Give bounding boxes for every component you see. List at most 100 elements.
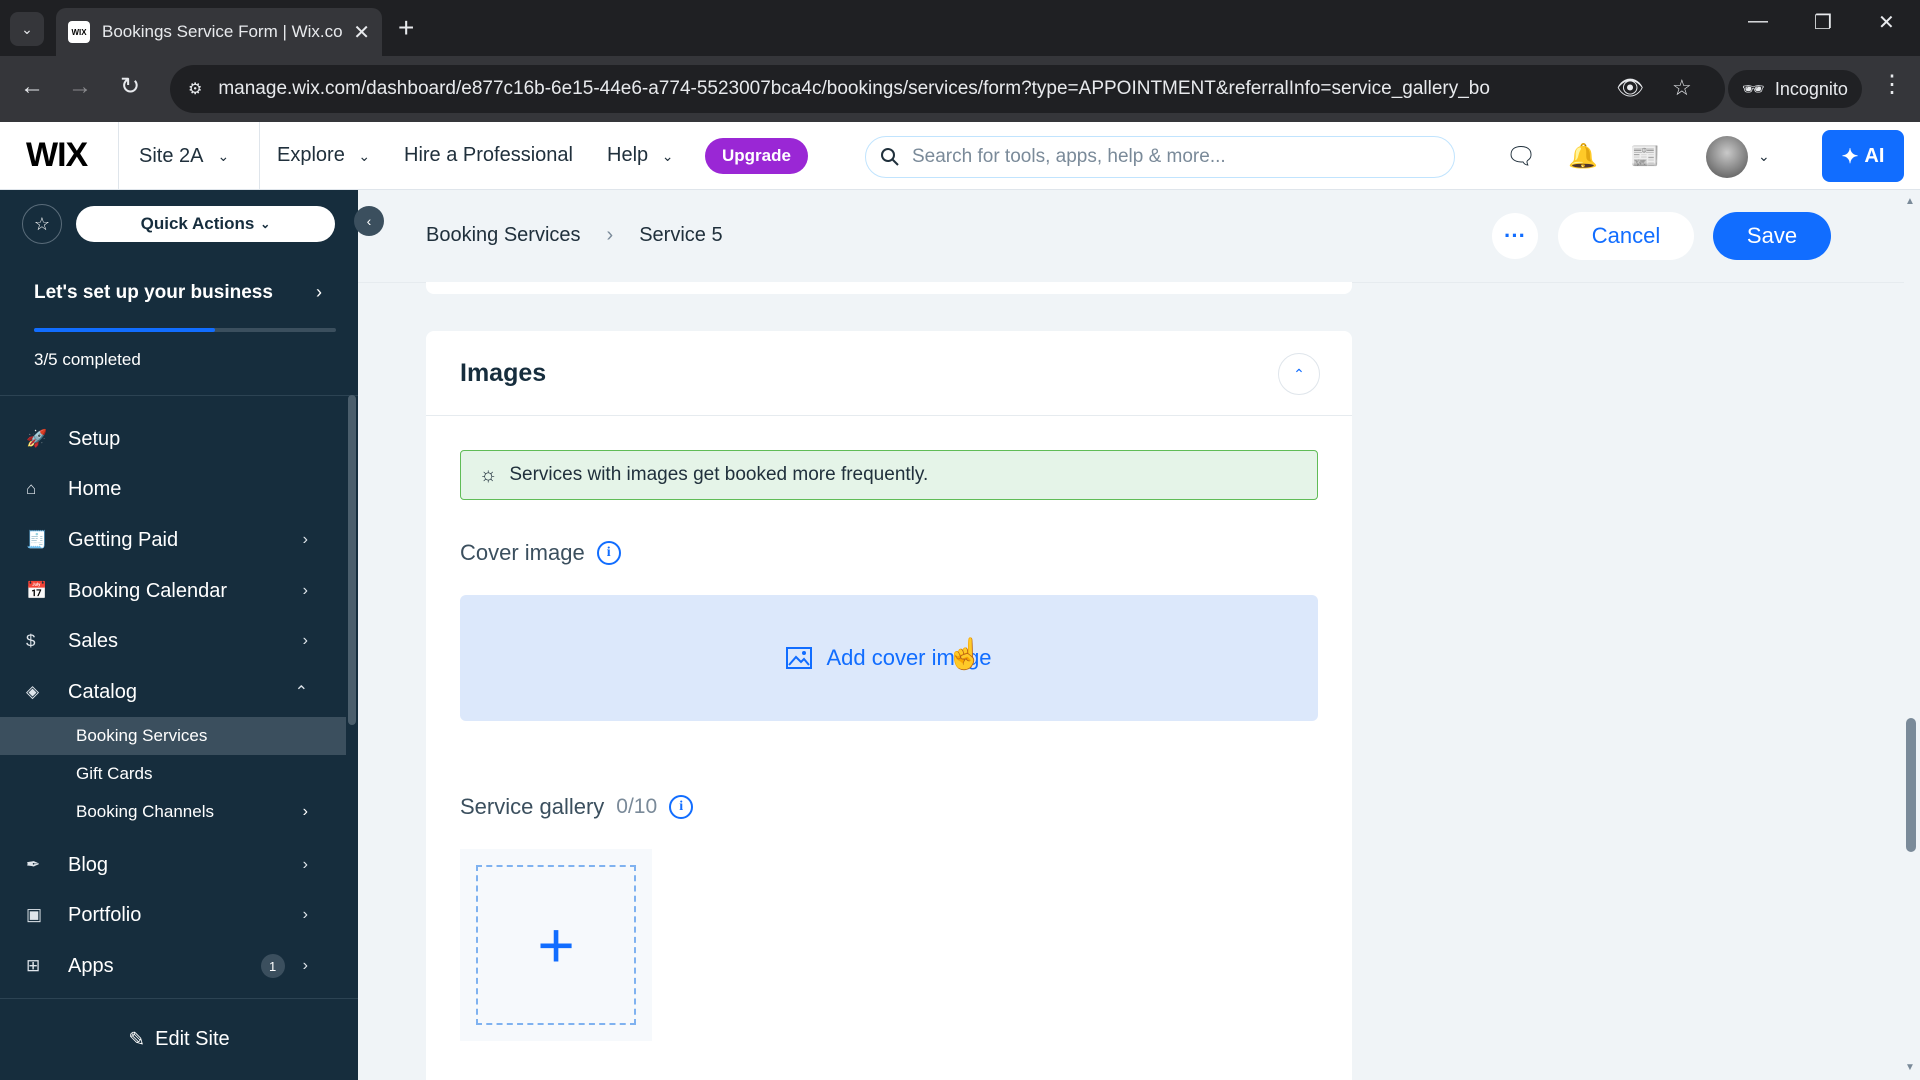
cancel-button[interactable]: Cancel xyxy=(1558,212,1694,260)
info-icon[interactable]: i xyxy=(596,541,621,565)
site-selector[interactable]: Site 2A ⌄ xyxy=(118,122,260,190)
chevron-right-icon: › xyxy=(302,582,308,599)
browser-menu-icon[interactable]: ⋮ xyxy=(1880,70,1904,99)
dollar-icon: $ xyxy=(26,631,36,650)
hire-professional-link[interactable]: Hire a Professional xyxy=(404,144,573,167)
site-info-icon[interactable]: ⚙ xyxy=(188,79,202,99)
chevron-down-icon: ⌄ xyxy=(358,148,371,164)
catalog-icon: ◈ xyxy=(26,682,40,701)
reload-icon[interactable]: ↻ xyxy=(120,74,140,100)
back-icon[interactable]: ← xyxy=(20,74,44,100)
chevron-down-icon: ⌄ xyxy=(661,148,674,164)
sidebar-subitem-label: Booking Channels xyxy=(76,802,214,821)
card-divider xyxy=(426,415,1352,416)
sidebar-scrollbar[interactable] xyxy=(348,395,356,725)
chevron-right-icon: › xyxy=(302,632,308,649)
calendar-icon: 📅 xyxy=(26,581,48,600)
service-gallery-label-text: Service gallery xyxy=(460,794,605,819)
favorites-star-icon[interactable]: ☆ xyxy=(22,204,62,244)
sidebar: ☆ Quick Actions ⌄ Let's set up your busi… xyxy=(0,190,358,1080)
wix-logo[interactable]: WIX xyxy=(26,136,88,175)
search-field[interactable] xyxy=(865,136,1455,178)
gallery-count: 0/10 xyxy=(616,795,658,818)
sidebar-divider xyxy=(0,395,358,396)
sidebar-item-apps[interactable]: ⊞ Apps 1 › xyxy=(0,941,346,991)
sidebar-item-getting-paid[interactable]: 🧾 Getting Paid › xyxy=(0,515,346,565)
browser-tab[interactable]: WIX Bookings Service Form | Wix.co ✕ xyxy=(56,8,382,56)
restore-icon[interactable]: ❐ xyxy=(1814,10,1832,35)
tip-text: Services with images get booked more fre… xyxy=(509,464,929,485)
page-scrollbar-thumb[interactable] xyxy=(1906,718,1916,852)
collapse-chevron-up-icon[interactable]: ⌃ xyxy=(1278,353,1320,395)
messages-icon[interactable]: 🗨 xyxy=(1506,142,1536,171)
tracking-protection-icon[interactable]: 👁 xyxy=(1616,75,1644,101)
sidebar-item-catalog[interactable]: ◈ Catalog ⌃ xyxy=(0,667,346,717)
sidebar-item-label: Setup xyxy=(68,427,121,450)
sidebar-item-blog[interactable]: ✒ Blog › xyxy=(0,840,346,890)
setup-count: 3/5 completed xyxy=(34,350,141,369)
sidebar-item-booking-calendar[interactable]: 📅 Booking Calendar › xyxy=(0,566,346,616)
portfolio-icon: ▣ xyxy=(26,905,43,924)
cover-image-label: Cover image i xyxy=(460,540,621,566)
previous-card-bottom xyxy=(426,282,1352,294)
quick-actions-label: Quick Actions xyxy=(140,214,255,233)
url-text: manage.wix.com/dashboard/e877c16b-6e15-4… xyxy=(218,78,1490,99)
browser-address-bar: ← → ↻ ⚙ manage.wix.com/dashboard/e877c16… xyxy=(0,56,1920,122)
lightbulb-icon: ☼ xyxy=(479,463,498,486)
explore-label: Explore xyxy=(277,144,345,166)
page-scrollbar-track[interactable] xyxy=(1904,190,1920,1080)
apps-grid-icon: ⊞ xyxy=(26,956,41,975)
breadcrumb-booking-services[interactable]: Booking Services xyxy=(426,224,581,247)
sidebar-item-home[interactable]: ⌂ Home xyxy=(0,464,346,514)
collapse-sidebar-icon[interactable]: ‹ xyxy=(354,206,384,236)
forward-icon[interactable]: → xyxy=(68,74,92,100)
incognito-indicator[interactable]: 🕶 Incognito xyxy=(1728,70,1862,108)
sidebar-subitem-gift-cards[interactable]: Gift Cards xyxy=(0,755,346,793)
minimize-icon[interactable]: — xyxy=(1748,10,1768,33)
plus-icon: + xyxy=(537,909,575,981)
rocket-icon: 🚀 xyxy=(26,429,48,448)
avatar[interactable] xyxy=(1706,136,1748,178)
ai-assistant-button[interactable]: ✦ AI xyxy=(1822,130,1904,182)
chevron-right-icon[interactable]: › xyxy=(316,282,322,303)
quick-actions-button[interactable]: Quick Actions ⌄ xyxy=(76,206,335,242)
sidebar-item-label: Booking Calendar xyxy=(68,579,227,602)
incognito-label: Incognito xyxy=(1774,78,1848,99)
wix-favicon-icon: WIX xyxy=(68,21,90,43)
chevron-down-icon: ⌄ xyxy=(217,147,230,164)
sidebar-subitem-booking-channels[interactable]: Booking Channels › xyxy=(0,793,346,831)
setup-progress-fill xyxy=(34,328,216,332)
tab-search-dropdown-icon[interactable]: ⌄ xyxy=(10,12,44,46)
add-gallery-image-button[interactable]: + xyxy=(476,865,636,1025)
breadcrumb: Booking Services › Service 5 xyxy=(426,224,723,247)
scroll-up-icon[interactable]: ▲ xyxy=(1905,196,1915,207)
bookmark-star-icon[interactable]: ☆ xyxy=(1672,75,1692,101)
search-input[interactable] xyxy=(912,146,1432,168)
add-cover-image-button[interactable]: Add cover image xyxy=(460,595,1318,721)
edit-site-button[interactable]: ✎ Edit Site xyxy=(0,998,358,1080)
sidebar-subitem-booking-services[interactable]: Booking Services xyxy=(0,717,346,755)
chevron-down-icon[interactable]: ⌄ xyxy=(1758,148,1770,165)
save-button[interactable]: Save xyxy=(1713,212,1831,260)
tip-banner: ☼ Services with images get booked more f… xyxy=(460,450,1318,500)
tab-title: Bookings Service Form | Wix.co xyxy=(102,22,342,41)
url-field[interactable]: ⚙ manage.wix.com/dashboard/e877c16b-6e15… xyxy=(170,65,1725,113)
sidebar-item-sales[interactable]: $ Sales › xyxy=(0,616,346,666)
new-tab-icon[interactable]: + xyxy=(398,12,414,44)
upgrade-button[interactable]: Upgrade xyxy=(705,138,808,174)
help-menu[interactable]: Help ⌄ xyxy=(607,144,673,167)
setup-title[interactable]: Let's set up your business xyxy=(34,282,273,304)
info-icon[interactable]: i xyxy=(669,795,694,819)
breadcrumb-current: Service 5 xyxy=(639,224,723,246)
sidebar-item-portfolio[interactable]: ▣ Portfolio › xyxy=(0,890,346,940)
explore-menu[interactable]: Explore ⌄ xyxy=(277,144,370,167)
scroll-down-icon[interactable]: ▼ xyxy=(1905,1062,1915,1073)
window-close-icon[interactable]: ✕ xyxy=(1878,10,1895,35)
news-icon[interactable]: 📰 xyxy=(1630,142,1660,171)
notifications-bell-icon[interactable]: 🔔 xyxy=(1568,142,1598,171)
help-label: Help xyxy=(607,144,649,166)
more-actions-icon[interactable]: ··· xyxy=(1492,213,1538,259)
sidebar-item-label: Blog xyxy=(68,853,109,876)
tab-close-icon[interactable]: ✕ xyxy=(353,20,370,45)
sidebar-item-setup[interactable]: 🚀 Setup xyxy=(0,414,346,464)
